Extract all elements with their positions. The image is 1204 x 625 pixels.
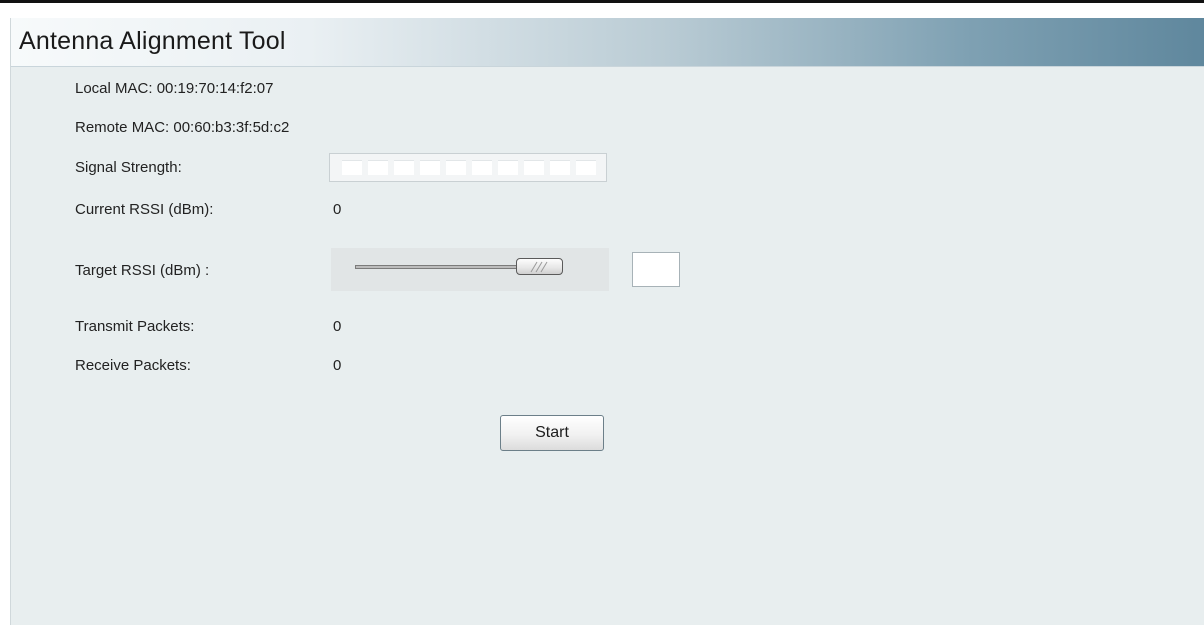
- signal-segment: [368, 160, 388, 175]
- current-rssi-value: 0: [333, 201, 342, 218]
- page: Antenna Alignment Tool Local MAC: 00:19:…: [0, 0, 1204, 625]
- panel-content: Local MAC: 00:19:70:14:f2:07 Remote MAC:…: [11, 67, 1204, 625]
- signal-segment: [446, 160, 466, 175]
- signal-strength-meter: [329, 153, 607, 182]
- current-rssi-label: Current RSSI (dBm):: [75, 201, 214, 218]
- receive-packets-label: Receive Packets:: [75, 357, 191, 374]
- receive-packets-value: 0: [333, 357, 342, 374]
- signal-strength-label: Signal Strength:: [75, 159, 182, 176]
- transmit-packets-value: 0: [333, 318, 342, 335]
- top-rule: [0, 0, 1204, 3]
- slider-handle[interactable]: [516, 258, 563, 275]
- target-rssi-slider[interactable]: [331, 248, 609, 291]
- remote-mac-text: Remote MAC: 00:60:b3:3f:5d:c2: [75, 119, 290, 136]
- local-mac-text: Local MAC: 00:19:70:14:f2:07: [75, 80, 274, 97]
- antenna-alignment-panel: Antenna Alignment Tool Local MAC: 00:19:…: [10, 18, 1204, 625]
- signal-segment: [498, 160, 518, 175]
- target-rssi-label: Target RSSI (dBm) :: [75, 262, 210, 279]
- signal-segment: [394, 160, 414, 175]
- signal-segment: [342, 160, 362, 175]
- signal-segment: [524, 160, 544, 175]
- signal-segment: [420, 160, 440, 175]
- signal-segment: [550, 160, 570, 175]
- signal-segment: [472, 160, 492, 175]
- grip-icon: [530, 261, 548, 273]
- signal-segment: [576, 160, 596, 175]
- transmit-packets-label: Transmit Packets:: [75, 318, 195, 335]
- page-title: Antenna Alignment Tool: [19, 27, 286, 55]
- target-rssi-input[interactable]: [632, 252, 680, 287]
- panel-header: Antenna Alignment Tool: [11, 18, 1204, 67]
- start-button[interactable]: Start: [500, 415, 604, 451]
